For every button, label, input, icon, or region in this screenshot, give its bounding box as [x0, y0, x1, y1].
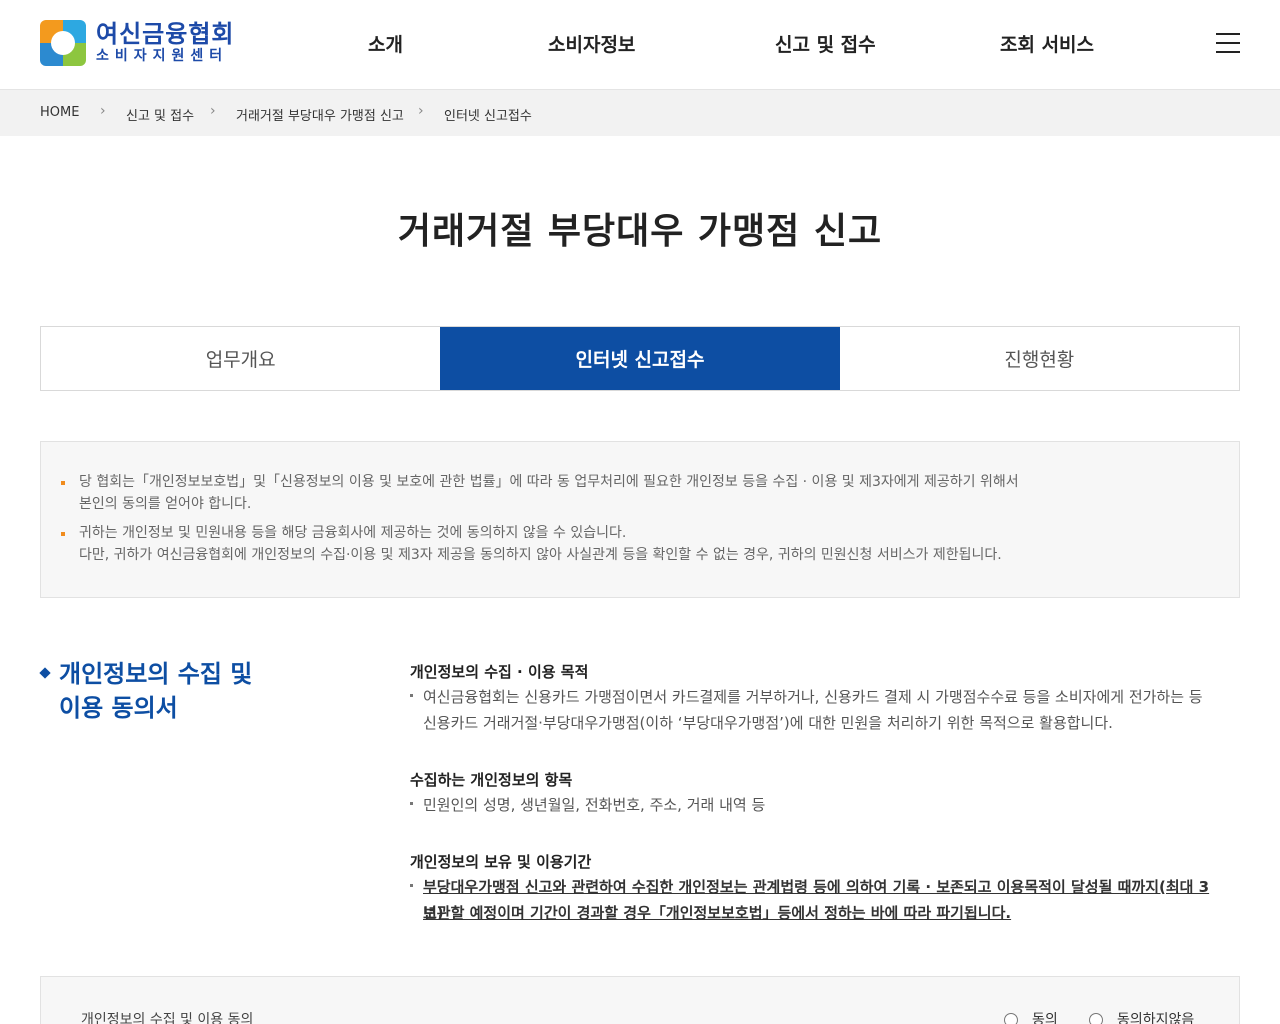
consent-row: 개인정보의 수집 및 이용 동의 동의 동의하지않음	[40, 976, 1240, 1024]
site-header: 여신금융협회 소비자지원센터 소개 소비자정보 신고 및 접수 조회 서비스	[0, 0, 1280, 88]
notice-text: 당 협회는「개인정보보호법」및「신용정보의 이용 및 보호에 관한 법률」에 따…	[79, 474, 1019, 490]
disagree-radio-label[interactable]: 동의하지않음	[1117, 1009, 1194, 1024]
disagree-radio[interactable]	[1089, 1013, 1103, 1024]
consent-label: 개인정보의 수집 및 이용 동의	[81, 1012, 254, 1024]
bullet-icon	[61, 481, 65, 485]
logo-icon	[40, 20, 86, 66]
section-title-line: 개인정보의 수집 및	[59, 660, 253, 688]
notice-text: 귀하는 개인정보 및 민원내용 등을 해당 금융회사에 제공하는 것에 동의하지…	[79, 525, 627, 541]
bullet-icon	[61, 532, 65, 536]
items-heading: 수집하는 개인정보의 항목	[410, 771, 573, 789]
nav-item-report[interactable]: 신고 및 접수	[775, 30, 876, 57]
period-text: 보관할 예정이며 기간이 경과할 경우「개인정보보호법」등에서 정하는 바에 따…	[423, 904, 1012, 922]
notice-text: 본인의 동의를 얻어야 합니다.	[79, 496, 252, 512]
section-title: 개인정보의 수집 및 이용 동의서	[59, 657, 279, 725]
purpose-text: 신용카드 거래거절·부당대우가맹점(이하 ‘부당대우가맹점’)에 대한 민원을 …	[423, 714, 1113, 732]
bullet-icon	[410, 802, 413, 805]
notice-box: 당 협회는「개인정보보호법」및「신용정보의 이용 및 보호에 관한 법률」에 따…	[40, 441, 1240, 598]
nav-item-consumer-info[interactable]: 소비자정보	[548, 30, 635, 57]
agree-radio-label[interactable]: 동의	[1032, 1009, 1058, 1024]
chevron-right-icon: ›	[100, 103, 106, 119]
chevron-right-icon: ›	[210, 103, 216, 119]
purpose-heading: 개인정보의 수집 · 이용 목적	[410, 663, 589, 681]
nav-item-lookup[interactable]: 조회 서비스	[1000, 30, 1094, 57]
menu-icon[interactable]	[1216, 33, 1240, 53]
diamond-bullet-icon	[39, 667, 51, 679]
site-logo[interactable]: 여신금융협회 소비자지원센터	[40, 20, 234, 66]
logo-title: 여신금융협회	[96, 20, 235, 48]
items-text: 민원인의 성명, 생년월일, 전화번호, 주소, 거래 내역 등	[423, 796, 766, 814]
bullet-icon	[410, 884, 413, 887]
tab-overview[interactable]: 업무개요	[41, 327, 441, 390]
breadcrumb: HOME › 신고 및 접수 › 거래거절 부당대우 가맹점 신고 › 인터넷 …	[0, 89, 1280, 136]
tab-status[interactable]: 진행현황	[839, 327, 1239, 390]
breadcrumb-current[interactable]: 인터넷 신고접수	[444, 105, 532, 124]
breadcrumb-item[interactable]: 거래거절 부당대우 가맹점 신고	[236, 105, 404, 124]
breadcrumb-home[interactable]: HOME	[40, 105, 79, 120]
notice-text: 다만, 귀하가 여신금융협회에 개인정보의 수집·이용 및 제3자 제공을 동의…	[79, 547, 1002, 563]
tab-bar: 업무개요 인터넷 신고접수 진행현황	[40, 326, 1240, 391]
tab-internet-report[interactable]: 인터넷 신고접수	[440, 327, 840, 390]
section-title-line: 이용 동의서	[59, 694, 178, 722]
logo-subtitle: 소비자지원센터	[96, 48, 229, 64]
breadcrumb-item[interactable]: 신고 및 접수	[126, 105, 194, 124]
agree-radio[interactable]	[1004, 1013, 1018, 1024]
bullet-icon	[410, 694, 413, 697]
page-title: 거래거절 부당대우 가맹점 신고	[397, 211, 883, 252]
chevron-right-icon: ›	[418, 103, 424, 119]
period-heading: 개인정보의 보유 및 이용기간	[410, 853, 592, 871]
purpose-text: 여신금융협회는 신용카드 가맹점이면서 카드결제를 거부하거나, 신용카드 결제…	[423, 688, 1203, 706]
nav-item-intro[interactable]: 소개	[368, 30, 403, 57]
